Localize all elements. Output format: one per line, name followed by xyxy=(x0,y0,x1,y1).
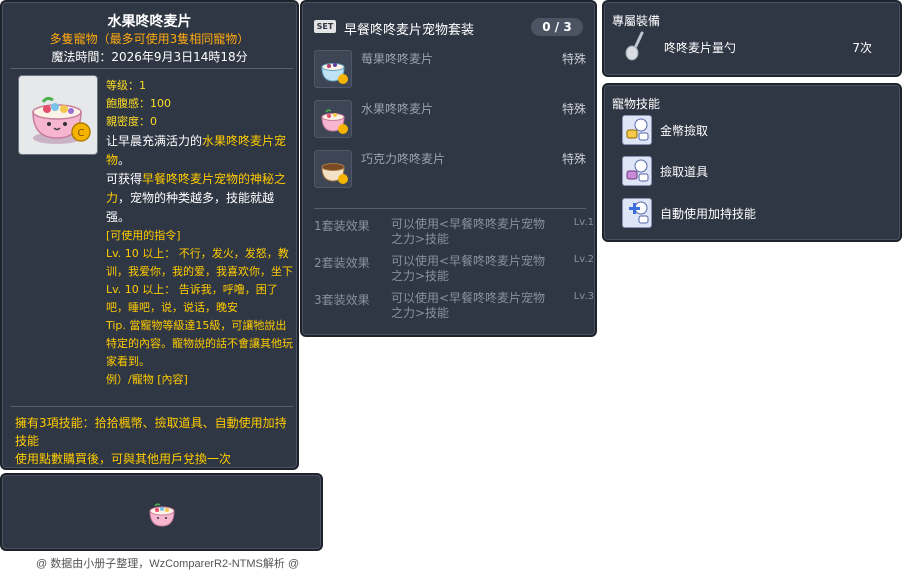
equip-panel: 專屬裝備 咚咚麦片量勺 7次 xyxy=(602,0,902,77)
skill-summary: 擁有3項技能：拾拾楓幣、撿取道具、自動使用加持技能 xyxy=(15,416,287,448)
stat-hunger: 飽腹感：100 xyxy=(106,97,171,110)
set-item-name: 巧克力咚咚麦片 xyxy=(361,152,446,166)
spoon-icon xyxy=(625,31,644,61)
desc-paragraph-2: 可获得早餐咚咚麦片宠物的神秘之力，宠物的种类越多，技能就越强。 xyxy=(106,172,287,224)
cereal-berry-icon xyxy=(314,50,352,88)
pet-image: C xyxy=(18,75,98,155)
set-count: 0 / 3 xyxy=(531,18,583,36)
command-list-2: Lv. 10 以上： 告诉我，呼噜，困了吧，睡吧，说，说话，晚安 xyxy=(106,283,278,314)
example-text: 例）/寵物 [內容] xyxy=(106,373,188,386)
set-effect-text: 可以使用<早餐咚咚麦片宠物之力>技能 xyxy=(391,291,546,320)
set-effect-label: 2套装效果 xyxy=(314,256,370,270)
tip-text: Tip. 當寵物等級達15級，可讓牠說出特定的內容。寵物說的話不會讓其他玩家看到… xyxy=(106,319,293,368)
cereal-bowl-icon: C xyxy=(32,96,91,144)
set-effect-text: 可以使用<早餐咚咚麦片宠物之力>技能 xyxy=(391,217,546,246)
command-list-1: Lv. 10 以上： 不行，发火，发怒，教训，我爱你，我的爱，我喜欢你，坐下 xyxy=(106,247,293,278)
set-item[interactable]: 水果咚咚麦片 特殊 xyxy=(314,98,586,138)
coin-pickup-icon xyxy=(622,115,652,145)
set-effect-text: 可以使用<早餐咚咚麦片宠物之力>技能 xyxy=(391,254,546,283)
set-item[interactable]: 莓果咚咚麦片 特殊 xyxy=(314,48,586,88)
set-title: 早餐咚咚麦片宠物套装 xyxy=(344,23,475,38)
set-item[interactable]: 巧克力咚咚麦片 特殊 xyxy=(314,148,586,188)
set-item-name: 水果咚咚麦片 xyxy=(361,102,434,116)
skill-name: 金幣撿取 xyxy=(660,124,709,138)
skills-panel: 寵物技能 金幣撿取 撿取道具 自動使用加持技能 xyxy=(602,83,902,242)
transfer-info: 使用點數購買後，可與其他用戶兌換一次 xyxy=(15,452,232,466)
skill-name: 撿取道具 xyxy=(660,165,709,179)
item-pickup-icon xyxy=(622,156,652,186)
set-effect-level: Lv.2 xyxy=(573,254,594,265)
pet-preview-panel xyxy=(0,473,323,551)
divider xyxy=(10,68,293,69)
skills-title: 寵物技能 xyxy=(612,97,661,111)
stat-intimacy: 親密度：0 xyxy=(106,115,157,128)
pet-tooltip-panel: 水果咚咚麦片 多隻寵物（最多可使用3隻相同寵物） 魔法時間：2026年9月3日1… xyxy=(0,0,299,470)
set-item-name: 莓果咚咚麦片 xyxy=(361,52,434,66)
equip-title: 專屬裝備 xyxy=(612,14,661,28)
pet-description: 让早晨充满活力的水果咚咚麦片宠物。 可获得早餐咚咚麦片宠物的神秘之力，宠物的种类… xyxy=(106,132,294,389)
footer-credit: @ 数据由小册子整理，WzComparerR2-NTMS解析 @ xyxy=(36,558,300,570)
skill-item[interactable]: 撿取道具 xyxy=(622,156,882,188)
cereal-fruit-icon xyxy=(314,100,352,138)
desc-paragraph-1: 让早晨充满活力的水果咚咚麦片宠物。 xyxy=(106,134,287,167)
skill-info: 擁有3項技能：拾拾楓幣、撿取道具、自動使用加持技能 使用點數購買後，可與其他用戶… xyxy=(15,414,293,468)
equip-name: 咚咚麦片量勺 xyxy=(664,41,737,55)
skill-item[interactable]: 金幣撿取 xyxy=(622,115,882,147)
skill-name: 自動使用加持技能 xyxy=(660,207,757,221)
set-panel: SET 早餐咚咚麦片宠物套装 0 / 3 莓果咚咚麦片 特殊 水果咚咚麦片 特殊 xyxy=(300,0,597,337)
set-effect-level: Lv.3 xyxy=(573,291,594,302)
stat-level: 等级：1 xyxy=(106,79,146,92)
set-effect-label: 1套装效果 xyxy=(314,219,370,233)
skill-item[interactable]: 自動使用加持技能 xyxy=(622,198,882,230)
pet-sprite-icon xyxy=(149,503,175,527)
divider xyxy=(10,406,293,407)
set-item-type: 特殊 xyxy=(561,152,586,166)
svg-text:C: C xyxy=(78,128,85,139)
set-effect-level: Lv.1 xyxy=(573,217,594,228)
pet-subtitle: 多隻寵物（最多可使用3隻相同寵物） xyxy=(49,32,250,46)
commands-header: [可使用的指令] xyxy=(106,229,181,242)
set-item-type: 特殊 xyxy=(561,102,586,116)
divider xyxy=(314,208,586,209)
set-effect-label: 3套装效果 xyxy=(314,293,370,307)
set-badge: SET xyxy=(314,20,336,33)
set-item-type: 特殊 xyxy=(561,52,586,66)
pet-title: 水果咚咚麦片 xyxy=(107,14,192,30)
magic-time: 魔法時間：2026年9月3日14時18分 xyxy=(51,50,248,64)
equip-count: 7次 xyxy=(852,41,872,55)
cereal-chocolate-icon xyxy=(314,150,352,188)
auto-buff-icon xyxy=(622,198,652,228)
